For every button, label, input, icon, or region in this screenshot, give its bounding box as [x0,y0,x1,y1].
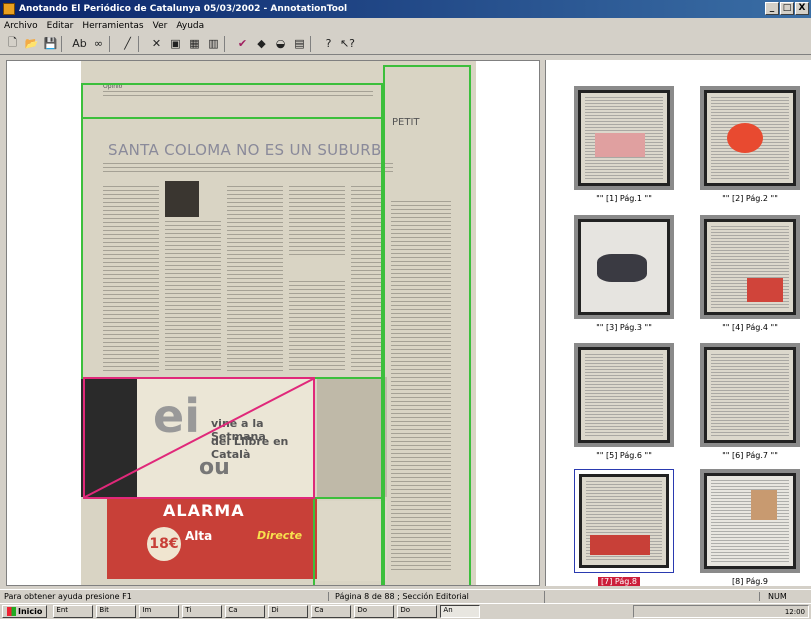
cut-icon[interactable]: ✕ [148,35,165,52]
document-view[interactable]: Opinió SANTA COLOMA NO ES UN SUBURBI PET… [6,60,540,586]
help-icon[interactable]: ? [320,35,337,52]
menu-archivo[interactable]: Archivo [4,21,38,31]
advert-alarma-title: ALARMA [163,501,245,520]
thumbnail-label: "" [2] Pág.2 "" [722,194,778,203]
shape-icon[interactable]: ◆ [253,35,270,52]
thumbnail-1[interactable]: "" [1] Pág.1 "" [574,86,674,203]
thumbnail-5[interactable]: "" [5] Pág.6 "" [574,343,674,460]
taskbar-item[interactable]: Do [354,605,395,618]
toolbar-separator [138,35,144,52]
thumbnail-label: [8] Pág.9 [732,577,768,586]
new-icon[interactable]: 🗋 [4,35,21,52]
advert-alarma-subtitle: Alta [185,529,213,543]
windows-flag-icon [7,607,16,616]
thumbnail-label: "" [1] Pág.1 "" [596,194,652,203]
thumbnail-3[interactable]: "" [3] Pág.3 "" [574,215,674,332]
save-icon[interactable]: 💾 [42,35,59,52]
pen-icon[interactable]: ╱ [119,35,136,52]
zone-small-ad[interactable] [313,497,383,585]
menu-bar: Archivo Editar Herramientas Ver Ayuda [0,18,811,33]
thumbnail-6[interactable]: "" [6] Pág.7 "" [700,343,800,460]
status-bar: Para obtener ayuda presione F1 Página 8 … [0,589,811,603]
close-button[interactable]: X [795,2,809,15]
glasses-icon[interactable]: ∞ [90,35,107,52]
taskbar-item[interactable]: Ca [225,605,266,618]
status-help: Para obtener ayuda presione F1 [4,592,132,601]
zone-header[interactable] [81,83,383,119]
toolbar-separator [61,35,67,52]
taskbar-item[interactable]: Ca [311,605,352,618]
page-icon[interactable]: ▣ [167,35,184,52]
taskbar-item[interactable]: Do [397,605,438,618]
menu-ver[interactable]: Ver [153,21,168,31]
system-tray: 12:00 [633,605,809,618]
title-bar: Anotando El Periódico de Catalunya 05/03… [0,0,811,18]
minimize-button[interactable]: _ [765,2,779,15]
tray-clock: 12:00 [784,607,805,616]
thumbnail-label: "" [5] Pág.6 "" [596,451,652,460]
zone-side-ad[interactable] [313,377,383,499]
menu-ayuda[interactable]: Ayuda [176,21,204,31]
thumbnail-label: "" [3] Pág.3 "" [596,323,652,332]
taskbar: Inicio Ent Bit Im Ti Ca Di Ca Do Do An 1… [0,603,811,619]
taskbar-item-active[interactable]: An [440,605,481,618]
check-icon[interactable]: ✔ [234,35,251,52]
taskbar-item[interactable]: Di [268,605,309,618]
menu-herramientas[interactable]: Herramientas [82,21,143,31]
window-controls: _ □ X [765,2,809,15]
thumbnail-2[interactable]: "" [2] Pág.2 "" [700,86,800,203]
toolbar-separator [224,35,230,52]
zone-selected-diagonal [84,378,314,498]
advert-alarma-tag: Directe [257,529,303,542]
context-help-icon[interactable]: ↖? [339,35,356,52]
start-label: Inicio [18,607,43,616]
zone-main-article[interactable] [81,117,383,379]
taskbar-item[interactable]: Bit [96,605,137,618]
thumbnail-panel: "" [1] Pág.1 "" "" [2] Pág.2 "" "" [3] P… [545,60,811,586]
zone-side-column[interactable] [383,65,471,585]
thumbnail-8[interactable]: [8] Pág.9 [700,469,800,586]
thumbnail-label: "" [4] Pág.4 "" [722,323,778,332]
open-icon[interactable]: 📂 [23,35,40,52]
menu-editar[interactable]: Editar [47,21,74,31]
thumbnail-label: [7] Pág.8 [598,577,640,586]
toolbar-separator [109,35,115,52]
taskbar-item[interactable]: Im [139,605,180,618]
image-icon[interactable]: ▤ [291,35,308,52]
toolbar-separator [310,35,316,52]
maximize-button[interactable]: □ [780,2,794,15]
status-mode: NUM [759,592,811,601]
thumbnail-4[interactable]: "" [4] Pág.4 "" [700,215,800,332]
brush-icon[interactable]: ◒ [272,35,289,52]
taskbar-item[interactable]: Ti [182,605,223,618]
taskbar-item[interactable]: Ent [53,605,94,618]
start-button[interactable]: Inicio [2,605,48,618]
app-icon [3,3,15,15]
toolbar: 🗋 📂 💾 Ab ∞ ╱ ✕ ▣ ▦ ▥ ✔ ◆ ◒ ▤ ? ↖? [0,33,811,55]
thumbnail-7-selected[interactable]: [7] Pág.8 [574,469,674,587]
window-title: Anotando El Periódico de Catalunya 05/03… [19,4,348,14]
status-page-info: Página 8 de 88 ; Sección Editorial [328,592,544,601]
thumbnail-label: "" [6] Pág.7 "" [722,451,778,460]
advert-alarma-price: 18€ [147,527,181,561]
text-icon[interactable]: Ab [71,35,88,52]
status-empty [544,590,759,603]
advert-alarma: ALARMA 18€ Alta Directe [107,499,317,579]
grid-icon[interactable]: ▦ [186,35,203,52]
columns-icon[interactable]: ▥ [205,35,222,52]
